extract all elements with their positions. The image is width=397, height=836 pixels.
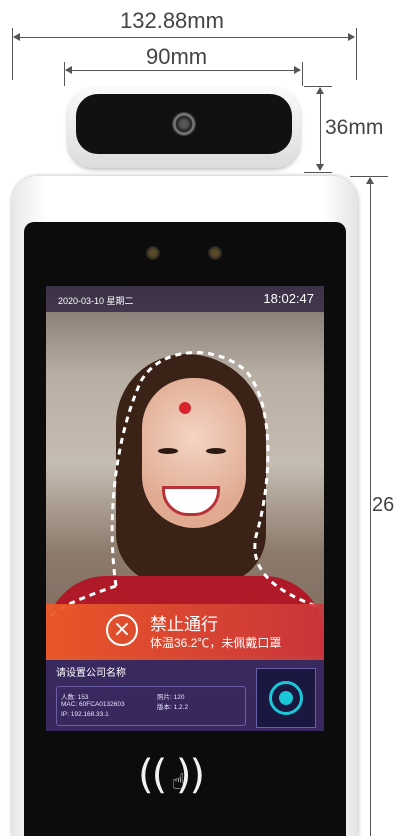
- close-circle-icon: ×: [106, 614, 138, 646]
- arrow-left-icon: [65, 66, 72, 74]
- arrow-left-icon: [13, 33, 20, 41]
- dim-body-height-line: [370, 178, 371, 836]
- camera-module: [68, 88, 300, 168]
- light-sensor-icon: [208, 246, 222, 260]
- nfc-card-hand-icon: ☝: [172, 770, 186, 795]
- arrow-up-icon: [316, 87, 324, 94]
- dim-total-width-label: 132.88mm: [120, 8, 224, 33]
- dim-camera-width-line: [66, 70, 300, 71]
- device-info-box: 人数: 153 照片: 120 MAC: 60FCA0132603 版本: 1.…: [56, 686, 246, 726]
- alert-title: 禁止通行: [150, 615, 218, 634]
- recognition-icon[interactable]: [256, 668, 316, 728]
- dim-cam-bottom-tick: [304, 172, 332, 173]
- device-screen[interactable]: 2020-03-10 星期二 18:02:47 × 禁止通行 体温36.2℃，未…: [46, 286, 324, 731]
- dim-body-height-label: 26: [372, 494, 395, 516]
- ir-sensor-icon: [146, 246, 160, 260]
- camera-window: [76, 94, 292, 154]
- info-ip: IP: 192.168.33.1: [61, 711, 109, 718]
- dim-cam-right-tick: [302, 62, 303, 86]
- arrow-right-icon: [348, 33, 355, 41]
- info-photos: 照片: 120: [157, 694, 185, 701]
- info-version: 版本: 1.2.2: [157, 704, 189, 711]
- dim-total-width-line: [14, 37, 354, 38]
- camera-lens-icon: [172, 112, 196, 136]
- company-name[interactable]: 请设置公司名称: [56, 664, 126, 679]
- arrow-up-icon: [366, 177, 374, 184]
- arrow-down-icon: [316, 164, 324, 171]
- alert-subtitle: 体温36.2℃，未佩戴口罩: [150, 636, 282, 650]
- info-people: 人数: 153: [61, 694, 89, 701]
- dim-camera-height-line: [320, 88, 321, 170]
- arrow-right-icon: [294, 66, 301, 74]
- dim-camera-height-label: 36mm: [325, 116, 384, 139]
- dim-right-tick: [356, 28, 357, 80]
- recognition-core-icon: [279, 691, 293, 705]
- nfc-waves-icon: (( )): [138, 752, 205, 798]
- access-denied-banner: × 禁止通行 体温36.2℃，未佩戴口罩: [46, 604, 324, 660]
- info-panel: 请设置公司名称 人数: 153 照片: 120 MAC: 60FCA013260…: [46, 660, 324, 731]
- dim-camera-width-label: 90mm: [146, 44, 208, 69]
- info-mac: MAC: 60FCA0132603: [61, 701, 125, 708]
